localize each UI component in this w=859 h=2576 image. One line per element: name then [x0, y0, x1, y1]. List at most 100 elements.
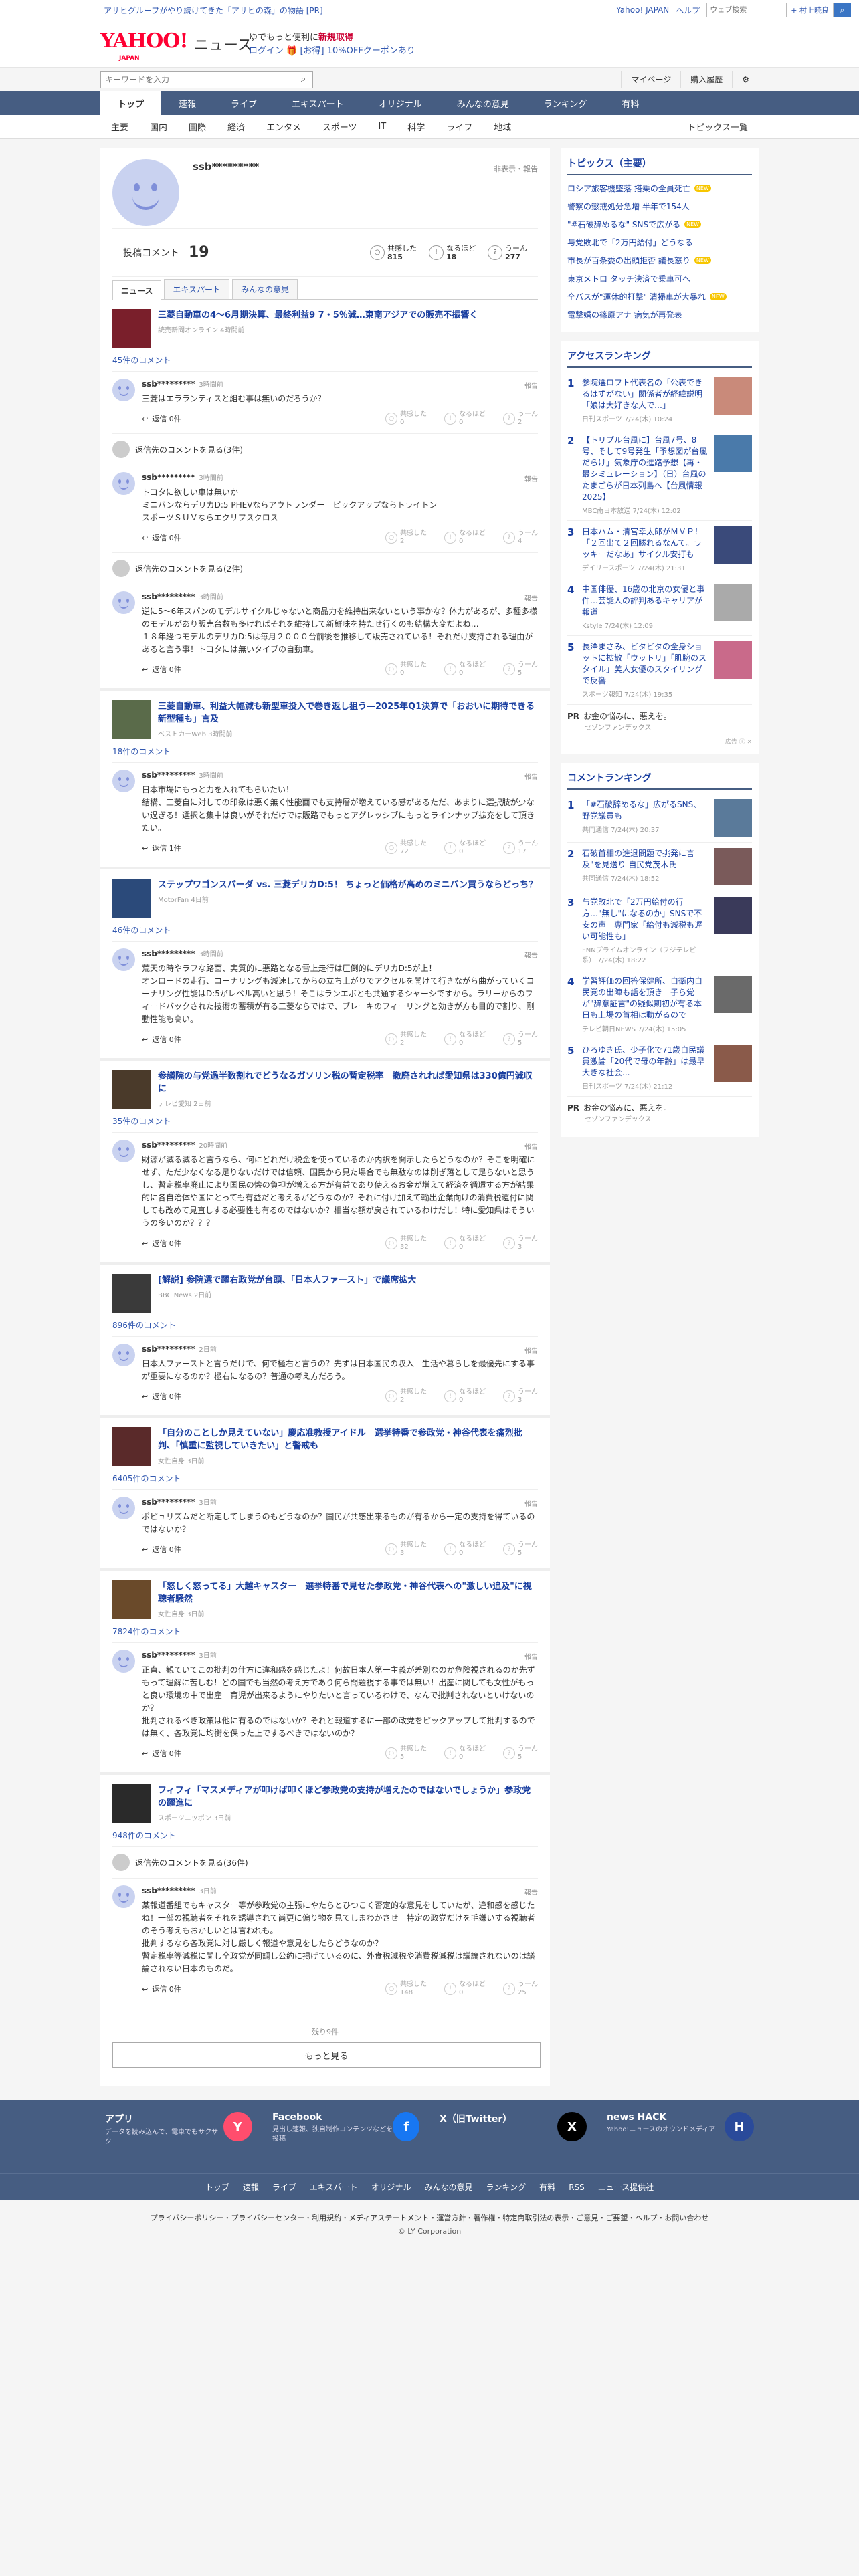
cat-local[interactable]: 地域 — [483, 120, 522, 133]
rank-thumbnail[interactable] — [714, 897, 752, 934]
rank-title[interactable]: 中国俳優、16歳の北京の女優と事件…芸能人の評判あるキャリアが報道 — [582, 584, 709, 618]
insight-button[interactable]: ! なるほど 0 — [444, 1981, 486, 1997]
avatar[interactable] — [112, 1497, 135, 1519]
user-button[interactable]: + 村上暁良 — [787, 3, 834, 17]
rank-thumbnail[interactable] — [714, 976, 752, 1013]
avatar[interactable] — [112, 1344, 135, 1366]
search-icon[interactable]: ⌕ — [834, 3, 851, 17]
article-title[interactable]: ステップワゴンスパーダ vs. 三菱デリカD:5！ ちょっと価格が高めのミニバン… — [158, 879, 537, 891]
topic-item[interactable]: 市長が百条委の出頭拒否 議長怒り NEW — [567, 251, 752, 270]
mypage-button[interactable]: マイページ — [621, 70, 680, 88]
article-head[interactable]: フィフィ「マスメディアが叩けば叩くほど参政党の支持が増えたのではないでしょうか」… — [112, 1784, 538, 1823]
ranking-item[interactable]: 4 中国俳優、16歳の北京の女優と事件…芸能人の評判あるキャリアが報道 Kstyle… — [567, 578, 752, 636]
rank-thumbnail[interactable] — [714, 435, 752, 472]
gnav-expert[interactable]: エキスパート — [274, 91, 361, 115]
report-link[interactable]: 報告 — [524, 771, 538, 781]
insight-button[interactable]: ! なるほど 0 — [444, 1031, 486, 1047]
comment-count-link[interactable]: 7824件のコメント — [112, 1626, 538, 1637]
empathy-button[interactable]: ○ 共感した 5 — [385, 1745, 427, 1761]
rank-thumbnail[interactable] — [714, 641, 752, 679]
doubt-button[interactable]: ? うーん 25 — [503, 1981, 538, 1997]
rank-thumbnail[interactable] — [714, 377, 752, 415]
empathy-button[interactable]: ○ 共感した 2 — [385, 1388, 427, 1404]
report-link[interactable]: 報告 — [524, 1345, 538, 1355]
pr-ad[interactable]: PR お金の悩みに、悪えを。 セゾンファンデックス — [567, 1097, 752, 1129]
yahoo-logo[interactable]: YAHOO! — [100, 29, 189, 53]
footer-nav-item[interactable]: RSS — [569, 2183, 585, 2192]
rank-title[interactable]: 長澤まさみ、ビタビタの全身ショットに拡散「ウットリ」「肌腕のスタイル」美人女優の… — [582, 641, 709, 687]
ranking-item[interactable]: 5 ひろゆき氏、少子化で71歳自民議員激論「20代で母の年齢」は最早大きな社会..… — [567, 1039, 752, 1097]
cat-world[interactable]: 国際 — [178, 120, 217, 133]
ranking-item[interactable]: 2 【トリプル台風に】台風7号、8号、そして9号発生「予想図が台風だらけ」気象庁の… — [567, 429, 752, 521]
footer-nav-item[interactable]: トップ — [205, 2181, 229, 2193]
rank-title[interactable]: 日本ハム・清宮幸太郎がＭＶＰ！「２回出て２回勝れるなんて。ラッキーだなあ」サイク… — [582, 526, 709, 560]
comment-count-link[interactable]: 18件のコメント — [112, 746, 538, 757]
article-thumbnail[interactable] — [112, 1580, 151, 1619]
article-thumbnail[interactable] — [112, 1784, 151, 1823]
insight-button[interactable]: ! なるほど 0 — [444, 1235, 486, 1251]
article-title[interactable]: 「怒しく怒ってる」大越キャスター 選挙特番で見せた参政党・神谷代表への"激しい追… — [158, 1580, 538, 1606]
cat-sports[interactable]: スポーツ — [312, 120, 368, 133]
gnav-ranking[interactable]: ランキング — [527, 91, 605, 115]
avatar[interactable] — [112, 1650, 135, 1673]
comment-author[interactable]: ssb********* — [142, 770, 195, 780]
article-title[interactable]: 「自分のことしか見えていない」慶応准教授アイドル 選挙特番で参政党・神谷代表を痛… — [158, 1427, 538, 1453]
empathy-button[interactable]: ○ 共感した 72 — [385, 840, 427, 856]
avatar[interactable] — [112, 1140, 135, 1162]
article-head[interactable]: 「怒しく怒ってる」大越キャスター 選挙特番で見せた参政党・神谷代表への"激しい追… — [112, 1580, 538, 1619]
avatar[interactable] — [112, 472, 135, 495]
report-link[interactable]: 報告 — [524, 1498, 538, 1508]
ranking-item[interactable]: 3 与党敗北で「2万円給付の行方…"無し"になるのか」SNSで不安の声 専門家「給… — [567, 891, 752, 970]
comment-count-link[interactable]: 948件のコメント — [112, 1830, 538, 1841]
cat-main[interactable]: 主要 — [100, 120, 139, 133]
footer-links[interactable]: プライバシーポリシー・プライバシーセンター・利用規約・メディアステートメント・運… — [0, 2200, 859, 2227]
logo-news[interactable]: ニュース — [194, 33, 252, 55]
report-link[interactable]: 報告 — [524, 1141, 538, 1151]
article-thumbnail[interactable] — [112, 700, 151, 739]
search-icon[interactable]: ⌕ — [294, 70, 313, 88]
avatar[interactable] — [112, 770, 135, 792]
rank-title[interactable]: ひろゆき氏、少子化で71歳自民議員激論「20代で母の年齢」は最早大きな社会... — [582, 1045, 709, 1079]
footer-app[interactable]: news HACK Yahoo!ニュースのオウンドメディア H — [607, 2112, 754, 2173]
yahoo-japan-link[interactable]: Yahoo! JAPAN — [616, 5, 669, 15]
topics-list-link[interactable]: トピックス一覧 — [676, 120, 759, 133]
signup-promo[interactable]: ゆでもっと便利に新規取得 — [249, 32, 353, 44]
comment-count-link[interactable]: 6405件のコメント — [112, 1473, 538, 1484]
ranking-item[interactable]: 1 「#石破辞めるな」広がるSNS、野党議員も 共同通信 7/24(木) 20:37 — [567, 794, 752, 843]
view-parent-comment[interactable]: 返信先のコメントを見る(36件) — [112, 1846, 538, 1878]
footer-nav-item[interactable]: ニュース提供社 — [598, 2181, 654, 2193]
load-more-button[interactable]: もっと見る — [112, 2042, 541, 2068]
comment-author[interactable]: ssb********* — [142, 592, 195, 601]
article-thumbnail[interactable] — [112, 309, 151, 348]
gnav-live[interactable]: ライブ — [213, 91, 274, 115]
pr-ad[interactable]: PR お金の悩みに、悪えを。 セゾンファンデックス — [567, 705, 752, 737]
cat-entertainment[interactable]: エンタメ — [256, 120, 312, 133]
signup-link[interactable]: 新規取得 — [318, 33, 353, 43]
doubt-button[interactable]: ? うーん 5 — [503, 1031, 538, 1047]
web-search-input[interactable] — [706, 3, 787, 17]
reply-button[interactable]: ↩ 返信 0件 — [142, 1391, 181, 1402]
article-head[interactable]: 三菱自動車の4～6月期決算、最終利益9 7・5％減…東南アジアでの販売不振響く読… — [112, 309, 538, 348]
promo-link[interactable]: アサヒグループがやり続けてきた「アサヒの森」の物語 [PR] — [104, 5, 323, 16]
doubt-button[interactable]: ? うーん 5 — [503, 1745, 538, 1761]
cat-domestic[interactable]: 国内 — [139, 120, 178, 133]
avatar[interactable] — [112, 591, 135, 614]
comment-author[interactable]: ssb********* — [142, 1886, 195, 1895]
empathy-button[interactable]: ○ 共感した 0 — [385, 411, 427, 427]
insight-button[interactable]: ! なるほど 0 — [444, 1541, 486, 1558]
footer-nav-item[interactable]: 有料 — [539, 2181, 555, 2193]
empathy-button[interactable]: ○ 共感した 2 — [385, 1031, 427, 1047]
doubt-button[interactable]: ? うーん 5 — [503, 1541, 538, 1558]
reply-button[interactable]: ↩ 返信 0件 — [142, 1238, 181, 1249]
comment-author[interactable]: ssb********* — [142, 379, 195, 389]
article-head[interactable]: ステップワゴンスパーダ vs. 三菱デリカD:5！ ちょっと価格が高めのミニバン… — [112, 879, 538, 918]
article-title[interactable]: [解説] 参院選で躍右政党が台頭、「日本人ファースト」で議席拡大 — [158, 1274, 416, 1287]
rank-title[interactable]: 「#石破辞めるな」広がるSNS、野党議員も — [582, 799, 709, 822]
footer-nav-item[interactable]: みんなの意見 — [425, 2181, 473, 2193]
report-link[interactable]: 報告 — [524, 380, 538, 390]
article-thumbnail[interactable] — [112, 1274, 151, 1313]
footer-nav-item[interactable]: オリジナル — [371, 2181, 411, 2193]
reply-button[interactable]: ↩ 返信 1件 — [142, 843, 181, 853]
insight-button[interactable]: ! なるほど 0 — [444, 530, 486, 546]
reply-button[interactable]: ↩ 返信 0件 — [142, 532, 181, 543]
